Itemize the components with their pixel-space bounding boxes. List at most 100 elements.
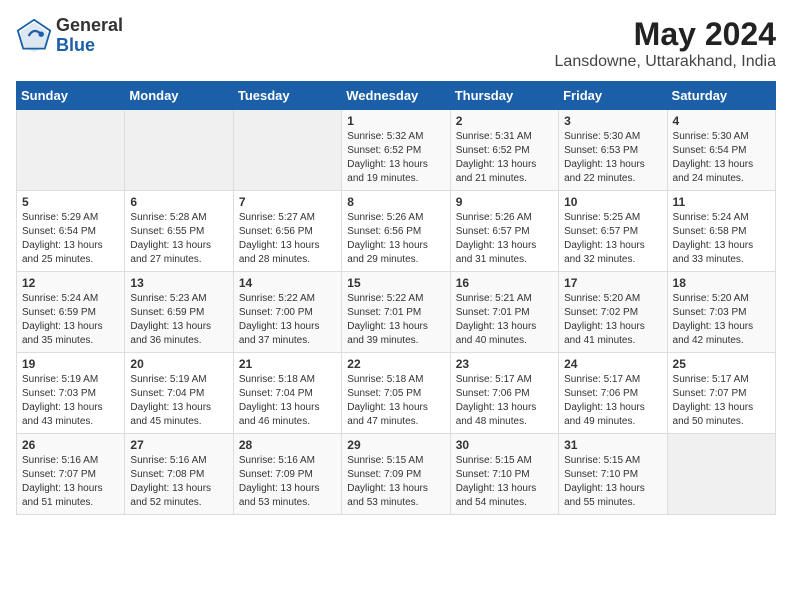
calendar-table: SundayMondayTuesdayWednesdayThursdayFrid… — [16, 81, 776, 515]
day-content: Sunrise: 5:28 AMSunset: 6:55 PMDaylight:… — [130, 211, 227, 267]
day-content: Sunrise: 5:29 AMSunset: 6:54 PMDaylight:… — [22, 211, 119, 267]
day-number: 10 — [564, 195, 661, 209]
day-content: Sunrise: 5:16 AMSunset: 7:07 PMDaylight:… — [22, 454, 119, 510]
day-number: 3 — [564, 114, 661, 128]
day-content: Sunrise: 5:18 AMSunset: 7:05 PMDaylight:… — [347, 373, 444, 429]
calendar-cell: 12Sunrise: 5:24 AMSunset: 6:59 PMDayligh… — [17, 272, 125, 353]
calendar-week-1: 1Sunrise: 5:32 AMSunset: 6:52 PMDaylight… — [17, 110, 776, 191]
day-number: 11 — [673, 195, 770, 209]
calendar-cell: 9 Sunrise: 5:26 AMSunset: 6:57 PMDaylight… — [450, 191, 558, 272]
day-number: 14 — [239, 276, 336, 290]
calendar-cell: 22Sunrise: 5:18 AMSunset: 7:05 PMDayligh… — [342, 353, 450, 434]
day-number: 26 — [22, 438, 119, 452]
day-number: 15 — [347, 276, 444, 290]
calendar-cell — [667, 434, 775, 515]
day-number: 16 — [456, 276, 553, 290]
page-subtitle: Lansdowne, Uttarakhand, India — [555, 53, 776, 71]
day-number: 29 — [347, 438, 444, 452]
day-number: 4 — [673, 114, 770, 128]
calendar-cell: 17 Sunrise: 5:20 AMSunset: 7:02 PMDayligh… — [559, 272, 667, 353]
calendar-cell: 4 Sunrise: 5:30 AMSunset: 6:54 PMDaylight… — [667, 110, 775, 191]
page-header: General Blue May 2024 Lansdowne, Uttarak… — [16, 16, 776, 71]
calendar-cell: 2 Sunrise: 5:31 AMSunset: 6:52 PMDaylight… — [450, 110, 558, 191]
logo-icon — [16, 18, 52, 54]
calendar-cell — [125, 110, 233, 191]
day-content: Sunrise: 5:19 AMSunset: 7:04 PMDaylight:… — [130, 373, 227, 429]
calendar-cell: 16Sunrise: 5:21 AMSunset: 7:01 PMDayligh… — [450, 272, 558, 353]
day-number: 31 — [564, 438, 661, 452]
day-content: Sunrise: 5:23 AMSunset: 6:59 PMDaylight:… — [130, 292, 227, 348]
day-content: Sunrise: 5:20 AMSunset: 7:02 PMDaylight:… — [564, 292, 661, 348]
day-number: 17 — [564, 276, 661, 290]
day-content: Sunrise: 5:16 AMSunset: 7:09 PMDaylight:… — [239, 454, 336, 510]
day-content: Sunrise: 5:18 AMSunset: 7:04 PMDaylight:… — [239, 373, 336, 429]
day-content: Sunrise: 5:17 AMSunset: 7:06 PMDaylight:… — [456, 373, 553, 429]
day-number: 8 — [347, 195, 444, 209]
day-number: 5 — [22, 195, 119, 209]
day-number: 25 — [673, 357, 770, 371]
day-content: Sunrise: 5:25 AMSunset: 6:57 PMDaylight:… — [564, 211, 661, 267]
day-content: Sunrise: 5:24 AMSunset: 6:58 PMDaylight:… — [673, 211, 770, 267]
logo-text: General Blue — [56, 16, 123, 56]
day-number: 20 — [130, 357, 227, 371]
day-content: Sunrise: 5:16 AMSunset: 7:08 PMDaylight:… — [130, 454, 227, 510]
calendar-cell: 1Sunrise: 5:32 AMSunset: 6:52 PMDaylight… — [342, 110, 450, 191]
calendar-cell: 28 Sunrise: 5:16 AMSunset: 7:09 PMDayligh… — [233, 434, 341, 515]
logo: General Blue — [16, 16, 123, 56]
calendar-cell: 8 Sunrise: 5:26 AMSunset: 6:56 PMDaylight… — [342, 191, 450, 272]
day-number: 7 — [239, 195, 336, 209]
calendar-cell: 7Sunrise: 5:27 AMSunset: 6:56 PMDaylight… — [233, 191, 341, 272]
calendar-cell: 13Sunrise: 5:23 AMSunset: 6:59 PMDayligh… — [125, 272, 233, 353]
day-number: 24 — [564, 357, 661, 371]
day-number: 2 — [456, 114, 553, 128]
calendar-cell: 3 Sunrise: 5:30 AMSunset: 6:53 PMDaylight… — [559, 110, 667, 191]
calendar-cell: 5 Sunrise: 5:29 AMSunset: 6:54 PMDaylight… — [17, 191, 125, 272]
calendar-week-4: 19 Sunrise: 5:19 AMSunset: 7:03 PMDayligh… — [17, 353, 776, 434]
day-number: 28 — [239, 438, 336, 452]
day-content: Sunrise: 5:22 AMSunset: 7:00 PMDaylight:… — [239, 292, 336, 348]
day-content: Sunrise: 5:26 AMSunset: 6:56 PMDaylight:… — [347, 211, 444, 267]
calendar-cell: 6Sunrise: 5:28 AMSunset: 6:55 PMDaylight… — [125, 191, 233, 272]
header-friday: Friday — [559, 82, 667, 110]
page-title: May 2024 — [555, 16, 776, 53]
calendar-cell: 15 Sunrise: 5:22 AMSunset: 7:01 PMDayligh… — [342, 272, 450, 353]
day-content: Sunrise: 5:15 AMSunset: 7:10 PMDaylight:… — [564, 454, 661, 510]
calendar-cell: 24Sunrise: 5:17 AMSunset: 7:06 PMDayligh… — [559, 353, 667, 434]
day-content: Sunrise: 5:17 AMSunset: 7:07 PMDaylight:… — [673, 373, 770, 429]
day-content: Sunrise: 5:24 AMSunset: 6:59 PMDaylight:… — [22, 292, 119, 348]
calendar-cell: 20 Sunrise: 5:19 AMSunset: 7:04 PMDayligh… — [125, 353, 233, 434]
day-number: 21 — [239, 357, 336, 371]
calendar-cell — [17, 110, 125, 191]
calendar-cell: 26 Sunrise: 5:16 AMSunset: 7:07 PMDayligh… — [17, 434, 125, 515]
header-wednesday: Wednesday — [342, 82, 450, 110]
calendar-cell: 11 Sunrise: 5:24 AMSunset: 6:58 PMDayligh… — [667, 191, 775, 272]
day-content: Sunrise: 5:22 AMSunset: 7:01 PMDaylight:… — [347, 292, 444, 348]
day-number: 9 — [456, 195, 553, 209]
day-number: 27 — [130, 438, 227, 452]
day-content: Sunrise: 5:31 AMSunset: 6:52 PMDaylight:… — [456, 130, 553, 186]
day-content: Sunrise: 5:30 AMSunset: 6:54 PMDaylight:… — [673, 130, 770, 186]
calendar-cell: 19 Sunrise: 5:19 AMSunset: 7:03 PMDayligh… — [17, 353, 125, 434]
header-monday: Monday — [125, 82, 233, 110]
day-content: Sunrise: 5:19 AMSunset: 7:03 PMDaylight:… — [22, 373, 119, 429]
header-tuesday: Tuesday — [233, 82, 341, 110]
day-content: Sunrise: 5:26 AMSunset: 6:57 PMDaylight:… — [456, 211, 553, 267]
day-number: 1 — [347, 114, 444, 128]
calendar-cell: 27 Sunrise: 5:16 AMSunset: 7:08 PMDayligh… — [125, 434, 233, 515]
calendar-week-2: 5 Sunrise: 5:29 AMSunset: 6:54 PMDaylight… — [17, 191, 776, 272]
calendar-cell: 21 Sunrise: 5:18 AMSunset: 7:04 PMDayligh… — [233, 353, 341, 434]
day-content: Sunrise: 5:30 AMSunset: 6:53 PMDaylight:… — [564, 130, 661, 186]
calendar-cell: 10 Sunrise: 5:25 AMSunset: 6:57 PMDayligh… — [559, 191, 667, 272]
day-content: Sunrise: 5:15 AMSunset: 7:09 PMDaylight:… — [347, 454, 444, 510]
calendar-cell: 23 Sunrise: 5:17 AMSunset: 7:06 PMDayligh… — [450, 353, 558, 434]
calendar-header-row: SundayMondayTuesdayWednesdayThursdayFrid… — [17, 82, 776, 110]
day-number: 18 — [673, 276, 770, 290]
day-number: 23 — [456, 357, 553, 371]
day-number: 19 — [22, 357, 119, 371]
calendar-cell: 29 Sunrise: 5:15 AMSunset: 7:09 PMDayligh… — [342, 434, 450, 515]
calendar-cell: 31 Sunrise: 5:15 AMSunset: 7:10 PMDayligh… — [559, 434, 667, 515]
title-block: May 2024 Lansdowne, Uttarakhand, India — [555, 16, 776, 71]
calendar-cell: 25 Sunrise: 5:17 AMSunset: 7:07 PMDayligh… — [667, 353, 775, 434]
calendar-week-5: 26 Sunrise: 5:16 AMSunset: 7:07 PMDayligh… — [17, 434, 776, 515]
calendar-cell: 30Sunrise: 5:15 AMSunset: 7:10 PMDayligh… — [450, 434, 558, 515]
